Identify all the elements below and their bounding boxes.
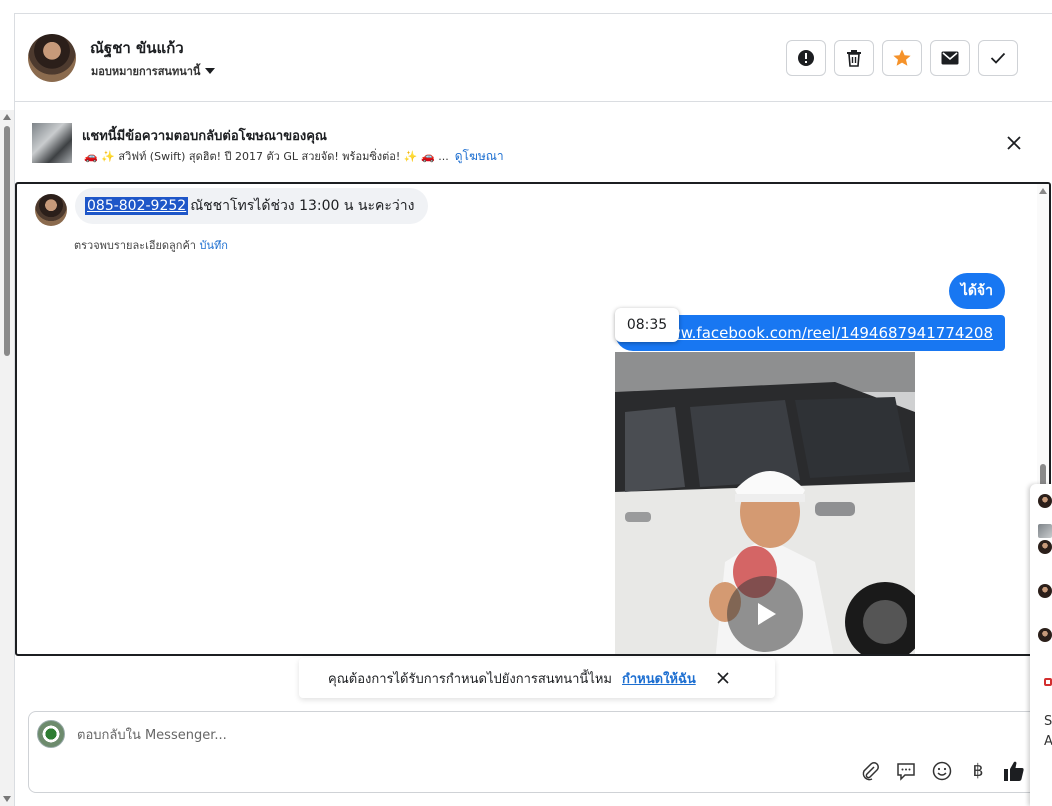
delete-button[interactable] — [834, 40, 874, 76]
save-link[interactable]: บันทึก — [199, 239, 227, 252]
play-icon — [758, 603, 776, 625]
assign-prompt: คุณต้องการได้รับการกำหนดไปยังการสนทนานี้… — [299, 658, 775, 698]
scroll-thumb[interactable] — [4, 126, 10, 356]
composer-tools: ฿ — [859, 760, 1025, 782]
avatar[interactable] — [1038, 524, 1052, 538]
ad-banner-title: แชทนี้มีข้อความตอบกลับต่อโฆษณาของคุณ — [82, 129, 327, 144]
ad-banner-subtitle: 🚗 ✨ สวิฟท์ (Swift) สุดฮิต! ปี 2017 ตัว G… — [84, 147, 504, 166]
customer-detail-note: ตรวจพบรายละเอียดลูกค้า บันทึก — [74, 236, 228, 254]
avatar[interactable] — [1038, 494, 1052, 508]
saved-replies-button[interactable] — [895, 760, 917, 782]
trash-icon — [847, 50, 861, 67]
assign-to-me-link[interactable]: กำหนดให้ฉัน — [622, 668, 696, 689]
avatar[interactable] — [1038, 540, 1052, 554]
sender-avatar[interactable] — [35, 194, 67, 226]
mark-unread-button[interactable] — [930, 40, 970, 76]
scroll-up-icon[interactable] — [3, 114, 11, 120]
scroll-up-icon[interactable] — [1039, 188, 1047, 194]
assign-prompt-text: คุณต้องการได้รับการกำหนดไปยังการสนทนานี้… — [328, 671, 612, 687]
assign-label: มอบหมายการสนทนานี้ — [91, 65, 201, 78]
outgoing-message[interactable]: ได้จ้า — [948, 273, 1005, 309]
incoming-message-text: ณัชชาโทรได้ช่วง 13:00 น นะคะว่าง — [190, 198, 415, 214]
side-panel-edge[interactable]: S A — [1030, 484, 1052, 806]
avatar[interactable] — [1038, 628, 1052, 642]
report-button[interactable] — [786, 40, 826, 76]
chat-bubble-icon — [897, 763, 915, 781]
timestamp-tooltip: 08:35 — [615, 308, 679, 342]
note-text: ตรวจพบรายละเอียดลูกค้า — [74, 239, 196, 252]
alert-icon — [798, 50, 814, 66]
mark-done-button[interactable] — [978, 40, 1018, 76]
check-icon — [990, 52, 1006, 64]
page-avatar — [37, 720, 65, 748]
baht-icon: ฿ — [972, 761, 984, 781]
paperclip-icon — [862, 762, 879, 781]
header-actions — [786, 40, 1018, 76]
phone-number-link[interactable]: 085-802-9252 — [85, 197, 189, 215]
reply-composer: ฿ — [28, 711, 1038, 793]
avatar[interactable] — [1038, 584, 1052, 598]
star-button[interactable] — [882, 40, 922, 76]
messenger-inbox: ณัฐชา ขันแก้ว มอบหมายการสนทนานี้ แชทนี้ม… — [0, 0, 1052, 806]
close-icon[interactable] — [1004, 133, 1024, 153]
ad-reply-banner: แชทนี้มีข้อความตอบกลับต่อโฆษณาของคุณ 🚗 ✨… — [15, 103, 1052, 183]
emoji-button[interactable] — [931, 760, 953, 782]
play-button[interactable] — [727, 576, 803, 652]
side-text: S — [1044, 714, 1052, 729]
star-icon — [893, 49, 911, 66]
attach-button[interactable] — [859, 760, 881, 782]
incoming-message[interactable]: 085-802-9252 ณัชชาโทรได้ช่วง 13:00 น นะค… — [75, 188, 429, 224]
ad-thumbnail[interactable] — [32, 123, 72, 163]
payment-button[interactable]: ฿ — [967, 760, 989, 782]
smiley-icon — [932, 761, 952, 781]
contact-avatar[interactable] — [28, 34, 76, 82]
message-thread[interactable]: 085-802-9252 ณัชชาโทรได้ช่วง 13:00 น นะค… — [15, 182, 1051, 656]
ad-subtitle-text: 🚗 ✨ สวิฟท์ (Swift) สุดฮิต! ปี 2017 ตัว G… — [84, 150, 449, 163]
assign-dropdown[interactable]: มอบหมายการสนทนานี้ — [91, 62, 216, 80]
notification-icon — [1044, 678, 1052, 686]
view-ad-link[interactable]: ดูโฆษณา — [455, 149, 504, 163]
reel-video-preview[interactable] — [615, 352, 915, 654]
contact-name[interactable]: ณัฐชา ขันแก้ว — [90, 36, 184, 60]
envelope-icon — [941, 51, 959, 65]
like-button[interactable] — [1003, 760, 1025, 782]
caret-down-icon — [205, 68, 216, 74]
scroll-down-icon[interactable] — [3, 796, 11, 802]
conversation-header: ณัฐชา ขันแก้ว มอบหมายการสนทนานี้ — [15, 14, 1052, 102]
reply-input[interactable] — [77, 724, 777, 746]
side-text: A — [1044, 734, 1052, 749]
thumbs-up-icon — [1004, 761, 1024, 781]
page-scrollbar[interactable] — [0, 110, 14, 806]
close-icon[interactable] — [716, 671, 730, 685]
